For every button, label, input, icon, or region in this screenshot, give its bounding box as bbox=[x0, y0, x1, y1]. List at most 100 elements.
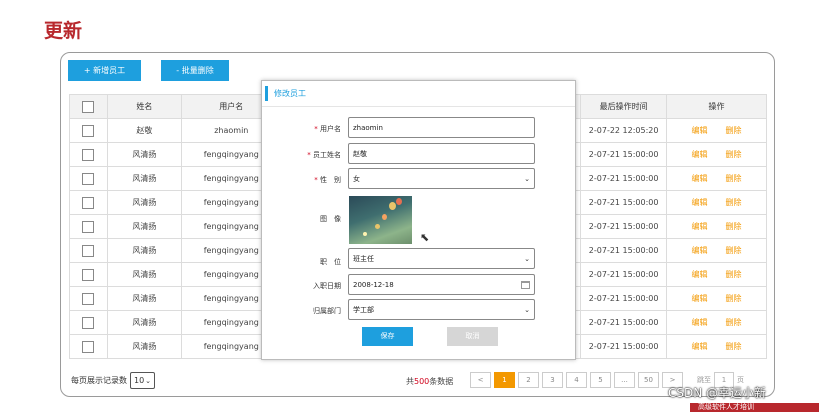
delete-link[interactable]: 删除 bbox=[726, 246, 742, 255]
page-button[interactable]: 4 bbox=[566, 372, 587, 388]
row-select-cell[interactable] bbox=[69, 238, 108, 263]
calendar-icon[interactable] bbox=[521, 280, 530, 289]
batch-delete-button[interactable]: - 批量删除 bbox=[161, 60, 229, 81]
column-header-name: 姓名 bbox=[106, 94, 182, 119]
chevron-down-icon: ⌄ bbox=[524, 254, 530, 263]
chevron-down-icon: ⌄ bbox=[145, 376, 151, 385]
page-size-label: 每页展示记录数 bbox=[71, 376, 127, 385]
name-input[interactable]: 赵敬 bbox=[348, 143, 535, 164]
balloon-shape bbox=[375, 224, 380, 229]
select-all-checkbox[interactable] bbox=[82, 100, 95, 113]
cell-name: 风清扬 bbox=[106, 166, 182, 191]
row-select-cell[interactable] bbox=[69, 262, 108, 287]
edit-employee-dialog: 修改员工 * 用户名 zhaomin * 员工姓名 赵敬 * 性 别 女 ⌄ 图 … bbox=[261, 80, 576, 360]
cell-last-op-time: 2-07-21 15:00:00 bbox=[580, 190, 668, 215]
cell-actions: 编辑 删除 bbox=[666, 334, 767, 359]
row-select-cell[interactable] bbox=[69, 118, 108, 143]
row-checkbox[interactable] bbox=[82, 196, 95, 209]
row-select-cell[interactable] bbox=[69, 310, 108, 335]
page-size-control: 每页展示记录数 10 ⌄ bbox=[71, 372, 155, 389]
balloon-shape bbox=[396, 198, 402, 205]
page-button[interactable]: 2 bbox=[518, 372, 539, 388]
chevron-down-icon: ⌄ bbox=[524, 174, 530, 183]
username-input[interactable]: zhaomin bbox=[348, 117, 535, 138]
mouse-cursor-icon: ⬉ bbox=[420, 231, 430, 244]
cell-actions: 编辑 删除 bbox=[666, 190, 767, 215]
row-checkbox[interactable] bbox=[82, 124, 95, 137]
cell-last-op-time: 2-07-21 15:00:00 bbox=[580, 214, 668, 239]
page-button[interactable]: 50 bbox=[638, 372, 659, 388]
edit-link[interactable]: 编辑 bbox=[692, 222, 708, 231]
page-button[interactable]: 1 bbox=[494, 372, 515, 388]
cell-name: 赵敬 bbox=[106, 118, 182, 143]
delete-link[interactable]: 删除 bbox=[726, 150, 742, 159]
hire-date-input[interactable]: 2008-12-18 bbox=[348, 274, 535, 295]
delete-link[interactable]: 删除 bbox=[726, 342, 742, 351]
csdn-watermark: CSDN @幸运小新 bbox=[668, 386, 767, 400]
delete-link[interactable]: 删除 bbox=[726, 198, 742, 207]
gender-label-text: 性 别 bbox=[320, 176, 341, 184]
row-checkbox[interactable] bbox=[82, 148, 95, 161]
row-checkbox[interactable] bbox=[82, 244, 95, 257]
row-checkbox[interactable] bbox=[82, 220, 95, 233]
delete-link[interactable]: 删除 bbox=[726, 294, 742, 303]
row-select-cell[interactable] bbox=[69, 190, 108, 215]
row-select-cell[interactable] bbox=[69, 142, 108, 167]
cell-name: 风清扬 bbox=[106, 190, 182, 215]
page-button[interactable]: 5 bbox=[590, 372, 611, 388]
page-size-select[interactable]: 10 ⌄ bbox=[130, 372, 155, 389]
delete-link[interactable]: 删除 bbox=[726, 174, 742, 183]
row-select-cell[interactable] bbox=[69, 334, 108, 359]
row-select-cell[interactable] bbox=[69, 214, 108, 239]
edit-link[interactable]: 编辑 bbox=[692, 270, 708, 279]
delete-link[interactable]: 删除 bbox=[726, 126, 742, 135]
gender-select[interactable]: 女 ⌄ bbox=[348, 168, 535, 189]
username-value: zhaomin bbox=[353, 123, 383, 132]
employee-photo[interactable] bbox=[349, 196, 412, 244]
cell-last-op-time: 2-07-21 15:00:00 bbox=[580, 238, 668, 263]
cell-actions: 编辑 删除 bbox=[666, 166, 767, 191]
position-select[interactable]: 班主任 ⌄ bbox=[348, 248, 535, 269]
delete-link[interactable]: 删除 bbox=[726, 270, 742, 279]
department-select[interactable]: 学工部 ⌄ bbox=[348, 299, 535, 320]
add-employee-button[interactable]: + 新增员工 bbox=[68, 60, 141, 81]
select-all-header[interactable] bbox=[69, 94, 108, 119]
edit-link[interactable]: 编辑 bbox=[692, 198, 708, 207]
row-select-cell[interactable] bbox=[69, 286, 108, 311]
column-header-last-op-time: 最后操作时间 bbox=[580, 94, 668, 119]
cancel-button[interactable]: 取消 bbox=[447, 327, 498, 346]
edit-link[interactable]: 编辑 bbox=[692, 174, 708, 183]
total-count-text: 共500条数据 bbox=[406, 376, 453, 387]
edit-link[interactable]: 编辑 bbox=[692, 342, 708, 351]
delete-link[interactable]: 删除 bbox=[726, 318, 742, 327]
cell-last-op-time: 2-07-21 15:00:00 bbox=[580, 142, 668, 167]
total-prefix: 共 bbox=[406, 377, 414, 386]
edit-link[interactable]: 编辑 bbox=[692, 318, 708, 327]
page-button: ... bbox=[614, 372, 635, 388]
save-button[interactable]: 保存 bbox=[362, 327, 413, 346]
row-checkbox[interactable] bbox=[82, 268, 95, 281]
bottom-banner: 高级软件人才培训 bbox=[690, 403, 819, 412]
row-checkbox[interactable] bbox=[82, 316, 95, 329]
edit-link[interactable]: 编辑 bbox=[692, 150, 708, 159]
photo-label: 图 像 bbox=[320, 215, 341, 223]
slide-title: 更新 bbox=[44, 20, 83, 42]
department-value: 学工部 bbox=[353, 305, 374, 314]
prev-page-button[interactable]: < bbox=[470, 372, 491, 388]
hire-date-value: 2008-12-18 bbox=[353, 280, 394, 289]
edit-link[interactable]: 编辑 bbox=[692, 246, 708, 255]
balloon-shape bbox=[382, 214, 387, 220]
cell-name: 风清扬 bbox=[106, 142, 182, 167]
row-checkbox[interactable] bbox=[82, 292, 95, 305]
total-count: 500 bbox=[414, 377, 430, 386]
row-checkbox[interactable] bbox=[82, 172, 95, 185]
row-checkbox[interactable] bbox=[82, 340, 95, 353]
edit-link[interactable]: 编辑 bbox=[692, 294, 708, 303]
delete-link[interactable]: 删除 bbox=[726, 222, 742, 231]
row-select-cell[interactable] bbox=[69, 166, 108, 191]
edit-link[interactable]: 编辑 bbox=[692, 126, 708, 135]
cell-name: 风清扬 bbox=[106, 238, 182, 263]
gender-label: * 性 别 bbox=[266, 175, 341, 185]
pagination: <1 2 3 4 5... 50 > bbox=[470, 372, 683, 388]
page-button[interactable]: 3 bbox=[542, 372, 563, 388]
